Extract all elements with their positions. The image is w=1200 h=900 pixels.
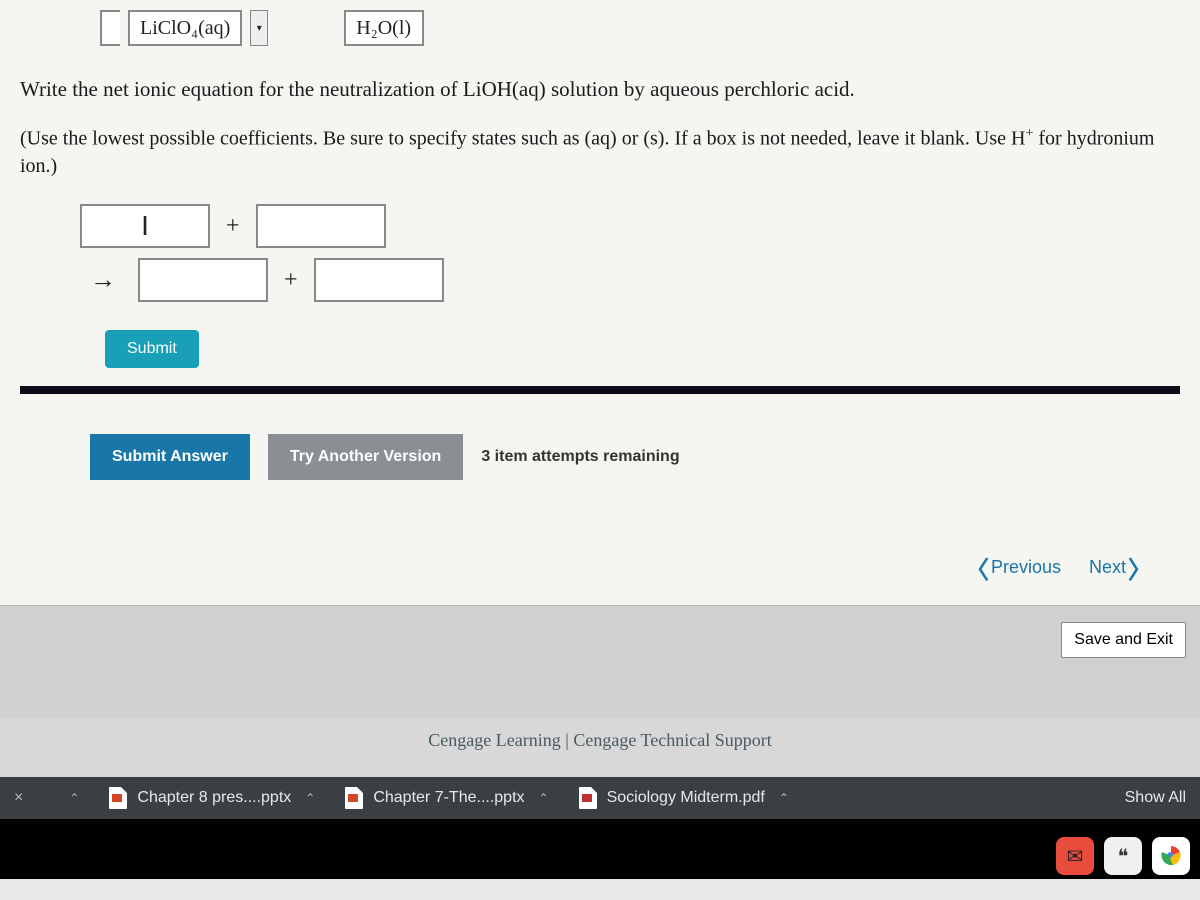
reactant1-input[interactable]: I [80,204,210,248]
save-and-exit-button[interactable]: Save and Exit [1061,622,1186,658]
submit-button[interactable]: Submit [105,330,199,368]
given-reactant-box: LiClO₄(aq) [128,10,242,46]
chevron-up-icon[interactable]: ⌃ [69,791,79,805]
download-item[interactable]: Chapter 7-The....pptx ⌃ [345,787,548,809]
chrome-app-icon[interactable] [1152,837,1190,875]
question-text: Write the net ionic equation for the neu… [20,74,1180,106]
show-all-downloads-link[interactable]: Show All [1125,789,1186,807]
chevron-up-icon[interactable]: ⌃ [779,791,789,805]
download-item[interactable]: Chapter 8 pres....pptx ⌃ [109,787,315,809]
chevron-left-icon: 〈 [965,550,989,585]
footer-links: Cengage Learning | Cengage Technical Sup… [0,718,1200,777]
plus-sign-2: + [280,267,302,294]
next-link[interactable]: Next 〉 [1089,550,1152,585]
plus-sign-1: + [222,213,244,240]
submit-answer-button[interactable]: Submit Answer [90,434,250,480]
ppt-file-icon [109,787,127,809]
attempts-remaining: 3 item attempts remaining [481,448,679,466]
chevron-up-icon[interactable]: ⌃ [305,791,315,805]
reaction-arrow: → [80,265,126,295]
chevron-up-icon[interactable]: ⌃ [539,791,549,805]
mail-app-icon[interactable]: ✉ [1056,837,1094,875]
notes-app-icon[interactable]: ❝ [1104,837,1142,875]
previous-link[interactable]: 〈 Previous [965,550,1061,585]
reactant2-input[interactable] [256,204,386,248]
instruction-text: (Use the lowest possible coefficients. B… [20,124,1180,181]
downloads-bar: × ⌃ Chapter 8 pres....pptx ⌃ Chapter 7-T… [0,777,1200,819]
cengage-learning-link[interactable]: Cengage Learning [428,730,560,750]
given-product-box: H₂O(l) [344,10,424,46]
try-another-version-button[interactable]: Try Another Version [268,434,463,480]
section-divider [20,386,1180,394]
cengage-support-link[interactable]: Cengage Technical Support [573,730,771,750]
product2-input[interactable] [314,258,444,302]
product1-input[interactable] [138,258,268,302]
chevron-right-icon: 〉 [1128,550,1152,585]
ppt-file-icon [345,787,363,809]
taskbar: ✉ ❝ [0,819,1200,879]
pdf-file-icon [579,787,597,809]
download-item[interactable]: Sociology Midterm.pdf ⌃ [579,787,789,809]
close-downloads-icon[interactable]: × [14,789,23,807]
reactant-dropdown[interactable]: ▾ [250,10,268,46]
